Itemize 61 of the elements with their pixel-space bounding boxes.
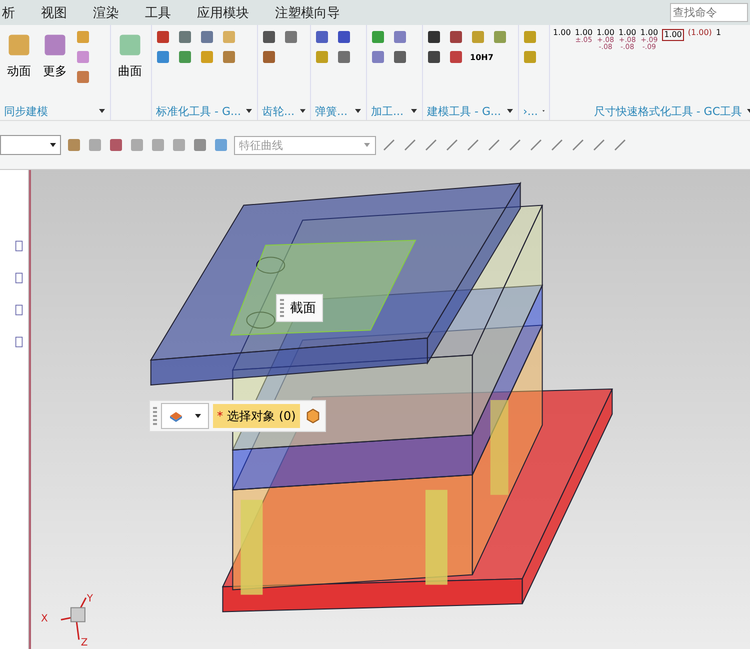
list-icon[interactable] bbox=[15, 304, 23, 316]
caret-icon[interactable] bbox=[98, 107, 106, 115]
dimension-style-button[interactable]: 1 bbox=[716, 29, 722, 37]
group-label: ›... bbox=[523, 104, 538, 118]
axis-label: X bbox=[40, 614, 48, 625]
dimension-style-button[interactable]: (1.00) bbox=[688, 29, 712, 37]
tool-icon[interactable] bbox=[426, 49, 442, 65]
caret-icon[interactable] bbox=[410, 107, 418, 115]
group-label: 建模工具 - G... bbox=[427, 104, 501, 118]
menu-item[interactable]: 注塑模向导 bbox=[275, 4, 340, 22]
group-label: 加工... bbox=[371, 104, 404, 118]
grip-handle[interactable] bbox=[280, 299, 284, 317]
menu-item[interactable]: 应用模块 bbox=[197, 4, 249, 22]
tool-icon-label[interactable]: 10H7 bbox=[470, 52, 494, 62]
type-dropdown[interactable] bbox=[161, 403, 209, 429]
toolbar-icon[interactable] bbox=[192, 137, 208, 153]
toolbar-icon[interactable] bbox=[108, 137, 124, 153]
caret-icon[interactable] bbox=[354, 107, 362, 115]
caret-icon[interactable] bbox=[298, 107, 306, 115]
ribbon-button[interactable]: 曲面 bbox=[114, 29, 146, 98]
group-label: 同步建模 bbox=[4, 104, 48, 118]
section-label-popup[interactable]: 截面 bbox=[276, 294, 323, 322]
toolbar-icon[interactable] bbox=[171, 137, 187, 153]
group-label: 齿轮... bbox=[262, 104, 294, 118]
group-label: 弹簧... bbox=[315, 104, 348, 118]
list-icon[interactable] bbox=[15, 336, 23, 348]
axis-label: Z bbox=[80, 638, 88, 649]
search-field[interactable]: 查找命令 bbox=[670, 3, 748, 22]
menu-item[interactable]: 渲染 bbox=[93, 4, 119, 22]
tool-icon[interactable] bbox=[155, 29, 171, 45]
menu-item[interactable]: 工具 bbox=[145, 4, 171, 22]
menu-item[interactable]: 视图 bbox=[41, 4, 67, 22]
caret-icon[interactable] bbox=[506, 107, 514, 115]
toolbar-icon[interactable] bbox=[213, 137, 229, 153]
section-label: 截面 bbox=[290, 300, 316, 317]
dimension-style-button[interactable]: 1.00 bbox=[553, 29, 571, 37]
tool-icon[interactable] bbox=[426, 29, 442, 45]
tool-icon[interactable] bbox=[336, 29, 352, 45]
toolbar-icon[interactable] bbox=[150, 137, 166, 153]
dimension-style-button[interactable]: 1.00 bbox=[662, 29, 684, 41]
caret-icon[interactable] bbox=[245, 107, 253, 115]
ribbon-button[interactable]: 动面 bbox=[3, 29, 35, 98]
dropdown-field[interactable] bbox=[0, 135, 61, 155]
group-label: 标准化工具 - G... bbox=[156, 104, 241, 118]
tool-icon[interactable] bbox=[392, 49, 408, 65]
list-icon[interactable] bbox=[15, 272, 23, 284]
axis-label: Y bbox=[86, 594, 94, 605]
toolbar-icon[interactable] bbox=[66, 137, 82, 153]
toolbar-icon[interactable] bbox=[87, 137, 103, 153]
ribbon-button[interactable]: 更多 bbox=[39, 29, 71, 98]
menu-item[interactable]: 析 bbox=[2, 4, 15, 22]
list-icon[interactable] bbox=[15, 240, 23, 252]
caret-icon[interactable] bbox=[194, 412, 202, 420]
toolbar-icon[interactable] bbox=[129, 137, 145, 153]
caret-icon[interactable] bbox=[49, 141, 57, 149]
select-object-button[interactable]: * 选择对象 (0) bbox=[213, 404, 300, 428]
tool-icon[interactable] bbox=[448, 29, 464, 45]
grip-handle[interactable] bbox=[153, 407, 157, 425]
group-label: 尺寸快速格式化工具 - GC工具 bbox=[594, 104, 742, 118]
tool-icon[interactable] bbox=[261, 29, 277, 45]
tool-icon[interactable] bbox=[314, 29, 330, 45]
